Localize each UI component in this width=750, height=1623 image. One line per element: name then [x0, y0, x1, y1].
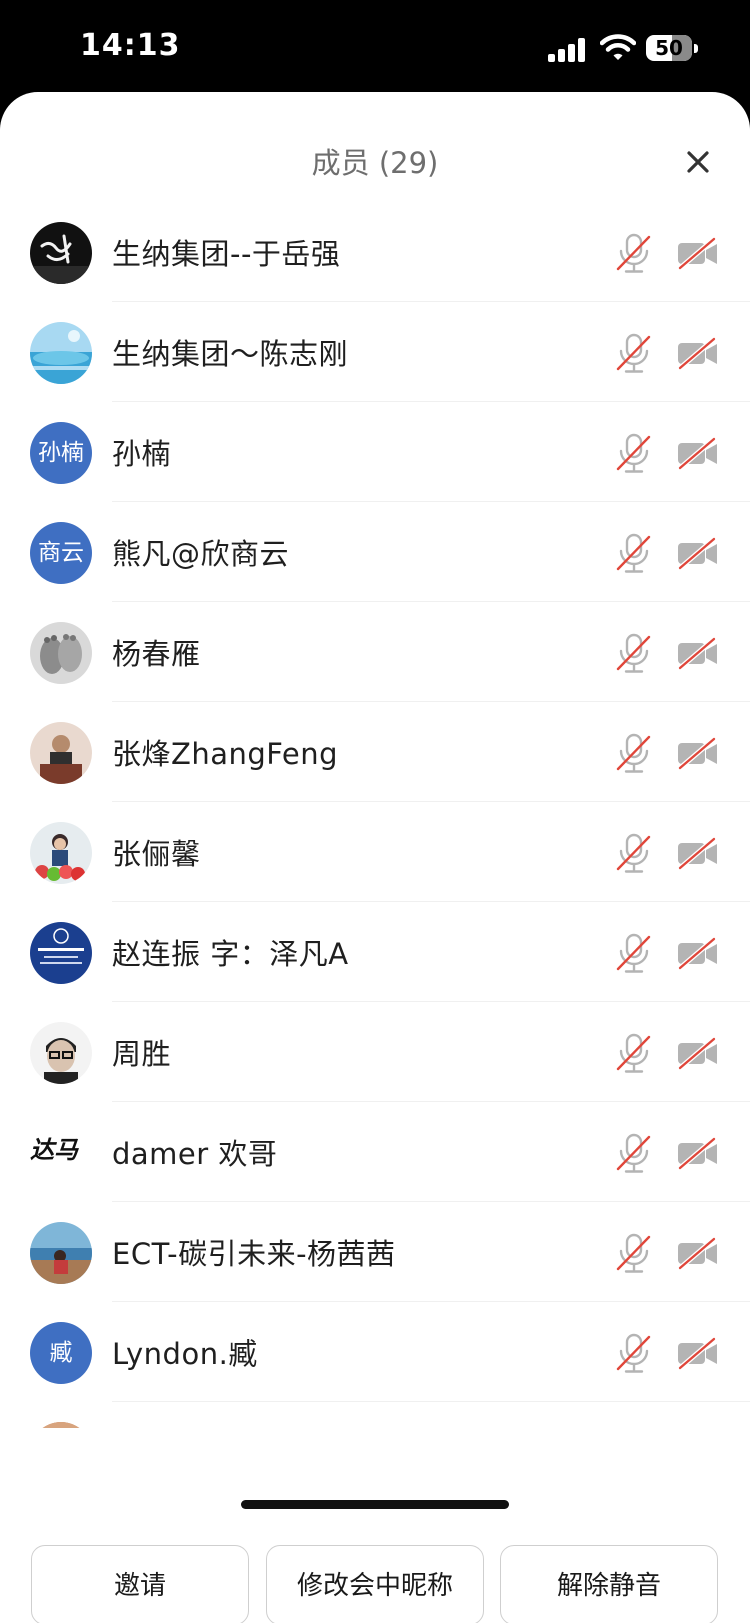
- invite-button[interactable]: 邀请: [31, 1545, 249, 1623]
- member-name: 生纳集团～陈志刚: [112, 337, 349, 371]
- camera-off-icon[interactable]: [676, 1135, 720, 1171]
- member-avatar: 臧: [30, 1322, 92, 1384]
- member-row[interactable]: 臧 Lyndon.臧: [0, 1302, 750, 1402]
- member-row[interactable]: 生纳集团--于岳强: [0, 202, 750, 302]
- mic-muted-icon[interactable]: [614, 232, 654, 274]
- camera-off-icon[interactable]: [676, 1335, 720, 1371]
- baby-feet-avatar: [30, 622, 92, 684]
- members-title: 成员 (29): [311, 146, 439, 180]
- unmute-button[interactable]: 解除静音: [500, 1545, 718, 1623]
- member-avatar: 孙楠: [30, 422, 92, 484]
- mic-muted-icon[interactable]: [614, 1232, 654, 1274]
- member-name: 张烽ZhangFeng: [112, 737, 339, 771]
- member-row[interactable]: 商云 熊凡@欣商云: [0, 502, 750, 602]
- status-time: 14:13: [80, 28, 181, 63]
- mic-muted-icon[interactable]: [614, 832, 654, 874]
- man-at-podium-avatar: [30, 722, 92, 784]
- mic-muted-icon[interactable]: [614, 1132, 654, 1174]
- member-name: 杨春雁: [112, 637, 201, 671]
- battery-level: 50: [655, 36, 683, 60]
- member-row[interactable]: ECT-碳引未来-杨茜茜: [0, 1202, 750, 1302]
- camera-off-icon[interactable]: [676, 535, 720, 571]
- action-bar: 邀请 修改会中昵称 解除静音: [0, 1428, 750, 1623]
- member-name: 赵连振 字：泽凡A: [112, 937, 349, 971]
- blue-badge-avatar: [30, 922, 92, 984]
- member-row[interactable]: 张俪馨: [0, 802, 750, 902]
- avatar-logo-text: 达马: [30, 1136, 78, 1164]
- damer-logo-avatar: 达马: [30, 1130, 92, 1170]
- woman-flowers-avatar: [30, 822, 92, 884]
- members-sheet: 成员 (29) 生纳集团--于岳强 生纳集团～陈志刚 孙楠 孙楠 商云 熊凡@欣商云 杨春雁…: [0, 92, 750, 1623]
- camera-off-icon[interactable]: [676, 1235, 720, 1271]
- camera-off-icon[interactable]: [676, 335, 720, 371]
- member-list[interactable]: 生纳集团--于岳强 生纳集团～陈志刚 孙楠 孙楠 商云 熊凡@欣商云 杨春雁 张烽ZhangF…: [0, 202, 750, 1428]
- camera-off-icon[interactable]: [676, 635, 720, 671]
- member-row[interactable]: 孙楠 孙楠: [0, 402, 750, 502]
- battery-icon: 50: [646, 35, 698, 63]
- mic-muted-icon[interactable]: [614, 532, 654, 574]
- member-name: 张俪馨: [112, 837, 201, 871]
- mic-muted-icon[interactable]: [614, 432, 654, 474]
- member-row[interactable]: 杨春雁: [0, 602, 750, 702]
- camera-off-icon[interactable]: [676, 235, 720, 271]
- camera-off-icon[interactable]: [676, 435, 720, 471]
- beach-avatar: [30, 1222, 92, 1284]
- mic-muted-icon[interactable]: [614, 732, 654, 774]
- member-row[interactable]: 周胜: [0, 1002, 750, 1102]
- member-row[interactable]: 赵连振 字：泽凡A: [0, 902, 750, 1002]
- member-name: 周胜: [112, 1037, 172, 1071]
- calligraphy-avatar: [30, 222, 92, 284]
- camera-off-icon[interactable]: [676, 735, 720, 771]
- cellular-signal-icon: [548, 38, 588, 62]
- member-name: ECT-碳引未来-杨茜茜: [112, 1237, 396, 1271]
- camera-off-icon[interactable]: [676, 1035, 720, 1071]
- member-name: 熊凡@欣商云: [112, 537, 290, 571]
- sky-sea-avatar: [30, 322, 92, 384]
- status-bar: 14:13 50: [0, 0, 750, 95]
- close-icon[interactable]: [680, 144, 716, 180]
- camera-off-icon[interactable]: [676, 935, 720, 971]
- mic-muted-icon[interactable]: [614, 932, 654, 974]
- member-name: Lyndon.臧: [112, 1337, 258, 1371]
- member-name: damer 欢哥: [112, 1137, 278, 1171]
- mic-muted-icon[interactable]: [614, 632, 654, 674]
- home-indicator[interactable]: [241, 1500, 509, 1509]
- mic-muted-icon[interactable]: [614, 1032, 654, 1074]
- member-row[interactable]: 达马 damer 欢哥: [0, 1102, 750, 1202]
- member-avatar: 商云: [30, 522, 92, 584]
- member-row[interactable]: 生纳集团～陈志刚: [0, 302, 750, 402]
- member-row[interactable]: 张烽ZhangFeng: [0, 702, 750, 802]
- wifi-icon: [600, 34, 636, 60]
- camera-off-icon[interactable]: [676, 835, 720, 871]
- member-row[interactable]: Wen...: [0, 1402, 750, 1428]
- rename-button[interactable]: 修改会中昵称: [266, 1545, 484, 1623]
- member-name: 孙楠: [112, 437, 172, 471]
- member-name: 生纳集团--于岳强: [112, 237, 341, 271]
- man-glasses-avatar: [30, 1022, 92, 1084]
- mic-muted-icon[interactable]: [614, 332, 654, 374]
- mic-muted-icon[interactable]: [614, 1332, 654, 1374]
